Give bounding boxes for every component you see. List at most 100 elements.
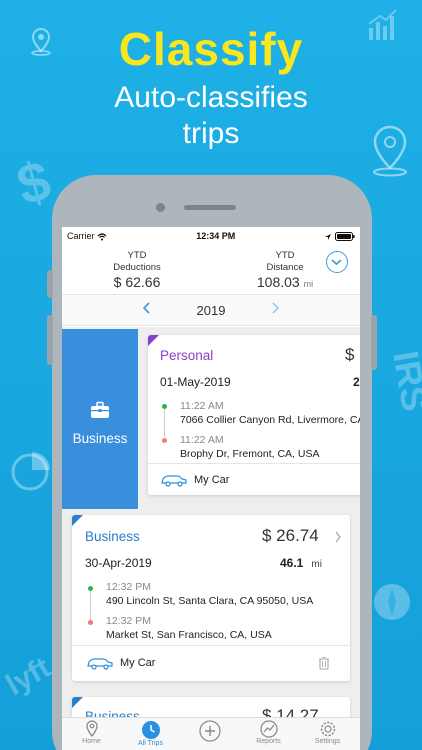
phone-speaker [184, 205, 236, 210]
promo-headline: Classify [118, 23, 304, 75]
trip-amount: $ 14.27 [262, 706, 319, 717]
deductions-value: $ 62.66 [113, 274, 161, 290]
trip-card-business-partial[interactable]: Business $ 14.27 [72, 697, 350, 717]
expand-summary-button[interactable] [326, 251, 348, 273]
chevron-right-icon[interactable] [334, 531, 342, 543]
map-pin-icon [85, 720, 98, 738]
deductions-label-2: Deductions [113, 262, 161, 273]
carrier-label: Carrier [67, 231, 107, 241]
classify-business-label: Business [72, 431, 128, 446]
chevron-down-icon [331, 259, 342, 266]
trip-card-personal[interactable]: Personal $ 01-May-2019 2 11:22 AM 7066 C… [148, 335, 360, 495]
start-time: 11:22 AM [180, 400, 224, 412]
category-corner-marker [72, 515, 83, 526]
tab-home[interactable]: Home [62, 718, 121, 745]
trip-distance-value: 46.1 [280, 556, 304, 570]
battery-icon [334, 232, 355, 242]
promo-subtitle: Auto-classifies trips [0, 80, 422, 152]
category-corner-marker [72, 697, 83, 708]
end-time: 11:22 AM [180, 434, 224, 446]
phone-mute-button [47, 270, 53, 298]
end-dot [162, 438, 167, 443]
trip-start: 11:22 AM 7066 Collier Canyon Rd, Livermo… [180, 399, 360, 427]
tab-home-label: Home [82, 738, 101, 745]
tab-reports[interactable]: Reports [239, 718, 298, 745]
distance-value: 108.03 [256, 274, 300, 290]
phone-volume-button [47, 315, 53, 365]
distance-value-row: 108.03 mi [252, 274, 318, 290]
category-corner-marker [148, 335, 159, 346]
compass-icon [374, 584, 410, 620]
deductions-label-1: YTD [127, 250, 147, 261]
pie-chart-icon [11, 452, 50, 491]
carrier-text: Carrier [67, 231, 95, 241]
end-address: Market St, San Francisco, CA, USA [106, 629, 272, 641]
status-right [324, 231, 355, 242]
end-address: Brophy Dr, Fremont, CA, USA [180, 448, 320, 460]
promo-subtitle-line-2: trips [182, 117, 240, 150]
card-divider [148, 463, 360, 464]
tab-all-trips-label: All Trips [138, 740, 163, 747]
car-icon [161, 475, 187, 487]
distance-label-1: YTD [275, 250, 295, 261]
tab-reports-label: Reports [256, 738, 281, 745]
ytd-summary: YTD Deductions $ 62.66 YTD Distance 108.… [62, 245, 360, 295]
status-bar: Carrier 12:34 PM [62, 227, 360, 245]
promo-subtitle-line-1: Auto-classifies [114, 81, 308, 114]
classify-business-action[interactable]: Business [62, 329, 138, 509]
chevron-right-icon [272, 302, 280, 314]
gear-icon [320, 721, 335, 737]
phone-power-button [371, 315, 377, 370]
wifi-icon [97, 233, 107, 241]
trip-list: Business Personal $ 01-May-2019 2 11:22 … [62, 327, 360, 717]
tab-settings[interactable]: Settings [298, 718, 357, 745]
end-time: 12:32 PM [106, 615, 151, 627]
trip-category: Business [85, 709, 140, 717]
next-year-button[interactable] [270, 301, 280, 320]
chart-icon [259, 720, 278, 738]
briefcase-icon [91, 401, 109, 418]
tab-add-trip[interactable] [180, 718, 239, 742]
vehicle-name: My Car [194, 474, 230, 486]
location-arrow-icon [325, 233, 332, 240]
ytd-deductions: YTD Deductions $ 62.66 [100, 250, 174, 290]
previous-year-button[interactable] [142, 301, 152, 320]
year-label: 2019 [196, 302, 226, 318]
chevron-left-icon [142, 302, 150, 314]
tab-bar: Home All Trips Reports Settings [62, 717, 360, 750]
trip-category: Business [85, 529, 140, 544]
route-line [164, 409, 165, 437]
end-dot [88, 620, 93, 625]
trash-icon[interactable] [318, 656, 330, 670]
trip-card-business[interactable]: Business $ 26.74 30-Apr-2019 46.1 mi 12:3… [72, 515, 350, 681]
app-screen: Carrier 12:34 PM YTD Deductions $ 62.66 … [62, 227, 360, 750]
phone-camera [156, 203, 165, 212]
ytd-distance: YTD Distance 108.03 mi [252, 250, 318, 290]
start-address: 7066 Collier Canyon Rd, Livermore, CA [180, 414, 360, 426]
car-icon [87, 658, 113, 670]
trip-distance: 2 [353, 375, 360, 389]
year-selector: 2019 [62, 295, 360, 326]
trip-date: 01-May-2019 [160, 375, 231, 389]
clock-icon [141, 721, 160, 739]
plus-icon [198, 720, 221, 742]
card-divider [72, 645, 350, 646]
tab-all-trips[interactable]: All Trips [121, 718, 180, 747]
vehicle-name: My Car [120, 657, 156, 669]
route-line [90, 591, 91, 620]
trip-amount: $ [345, 345, 355, 364]
trip-end: 12:32 PM Market St, San Francisco, CA, U… [106, 614, 272, 642]
trip-amount: $ 26.74 [262, 526, 319, 545]
distance-unit: mi [303, 279, 314, 289]
trip-date: 30-Apr-2019 [85, 556, 152, 570]
trip-end: 11:22 AM Brophy Dr, Fremont, CA, USA [180, 433, 319, 461]
status-time: 12:34 PM [196, 231, 236, 241]
trip-start: 12:32 PM 490 Lincoln St, Santa Clara, CA… [106, 580, 313, 608]
trip-distance-unit: mi [311, 559, 322, 570]
start-time: 12:32 PM [106, 581, 151, 593]
distance-label-2: Distance [266, 262, 304, 273]
tab-settings-label: Settings [314, 738, 341, 745]
start-address: 490 Lincoln St, Santa Clara, CA 95050, U… [106, 595, 314, 607]
trip-category: Personal [160, 348, 214, 363]
trip-distance: 46.1 mi [280, 556, 322, 570]
